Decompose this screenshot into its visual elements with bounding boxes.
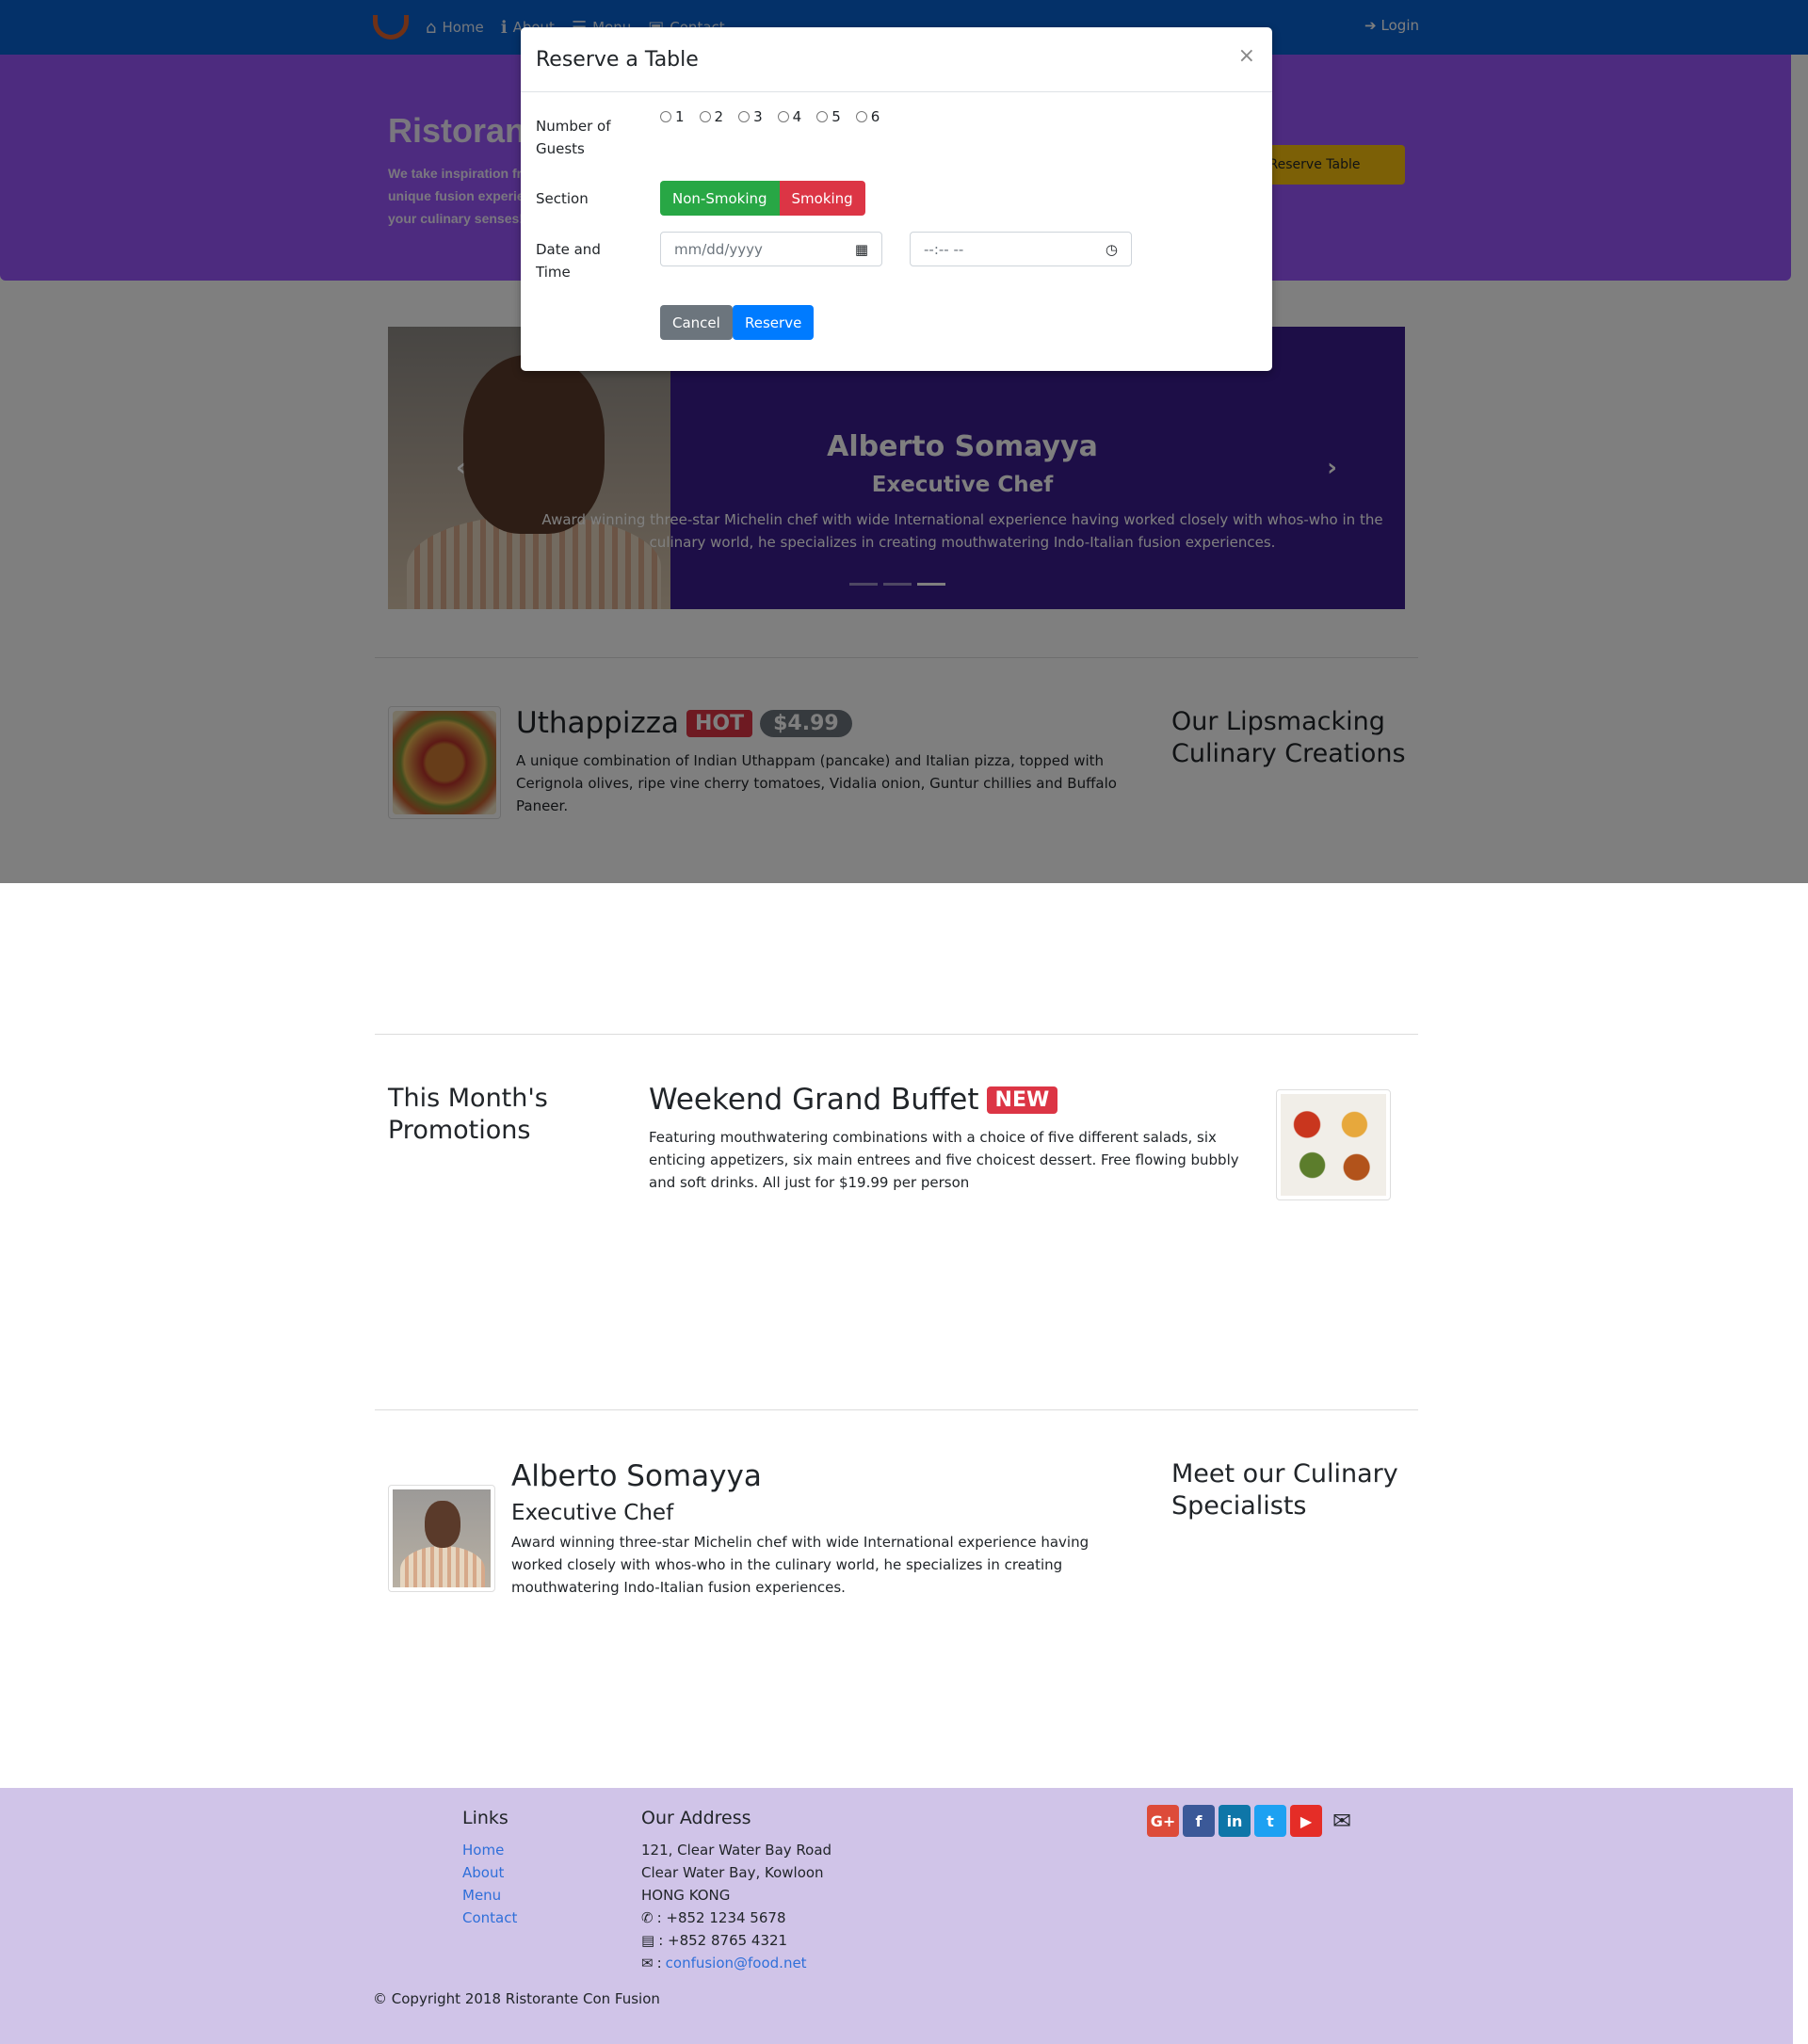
footer-link-contact[interactable]: Contact [462, 1907, 517, 1929]
buffet-image [1281, 1094, 1386, 1196]
leader-name: Alberto Somayya [511, 1459, 762, 1493]
promotion-heading: Weekend Grand Buffet NEW [649, 1083, 1267, 1117]
footer-link-menu[interactable]: Menu [462, 1884, 517, 1907]
promotion-title: Weekend Grand Buffet [649, 1083, 979, 1117]
radio-label: 6 [870, 108, 880, 125]
address-line: Clear Water Bay, Kowloon [641, 1864, 824, 1881]
promotion-side-title: This Month's Promotions [388, 1084, 548, 1145]
social-links: G+ f in t ▶ ✉ [1147, 1805, 1358, 1837]
fax-number: : +852 8765 4321 [658, 1932, 788, 1949]
guest-radio-1[interactable]: 1 [660, 108, 685, 125]
google-plus-icon[interactable]: G+ [1147, 1805, 1179, 1837]
chef-shirt [400, 1546, 485, 1587]
non-smoking-button[interactable]: Non-Smoking [660, 181, 780, 216]
chef-portrait [393, 1489, 491, 1587]
copyright: © Copyright 2018 Ristorante Con Fusion [373, 1990, 660, 2007]
phone-line: ✆: +852 1234 5678 [641, 1907, 831, 1929]
reserve-table-modal: Reserve a Table × Number of Guests 1 2 3… [521, 27, 1272, 371]
new-badge: NEW [986, 1086, 1058, 1114]
divider [375, 1034, 1418, 1035]
fax-line: ▤: +852 8765 4321 [641, 1929, 831, 1952]
radio-label: 1 [675, 108, 685, 125]
guests-radio-group: 1 2 3 4 5 6 [660, 108, 880, 125]
leader-side-title: Meet our Culinary Specialists [1171, 1459, 1398, 1521]
reserve-button[interactable]: Reserve [733, 305, 815, 340]
radio-label: 5 [831, 108, 841, 125]
radio-circle[interactable] [777, 111, 789, 122]
promotion-thumbnail [1276, 1089, 1391, 1200]
datetime-label: Date and Time [536, 241, 601, 281]
guest-radio-2[interactable]: 2 [699, 108, 724, 125]
calendar-icon[interactable]: ▦ [855, 241, 868, 258]
mail-icon[interactable]: ✉ [1326, 1805, 1358, 1837]
guests-label: Number of Guests [536, 118, 611, 157]
phone-icon: ✆ [641, 1909, 654, 1926]
smoking-button[interactable]: Smoking [779, 181, 865, 216]
time-input[interactable]: --:-- -- ◷ [910, 232, 1132, 266]
date-input[interactable]: mm/dd/yyyy ▦ [660, 232, 882, 266]
envelope-icon: ✉ [641, 1955, 654, 1972]
radio-label: 2 [714, 108, 724, 125]
footer: Links Home About Menu Contact Our Addres… [0, 1788, 1793, 2044]
footer-link-about[interactable]: About [462, 1861, 517, 1884]
date-placeholder: mm/dd/yyyy [674, 240, 763, 258]
section-label: Section [536, 190, 589, 207]
promotion-media: Weekend Grand Buffet NEW Featuring mouth… [649, 1083, 1267, 1194]
email-line: ✉: confusion@food.net [641, 1952, 831, 1974]
phone-number: : +852 1234 5678 [656, 1909, 786, 1926]
guest-radio-6[interactable]: 6 [855, 108, 880, 125]
twitter-icon[interactable]: t [1254, 1805, 1286, 1837]
leader-description: Award winning three-star Michelin chef w… [511, 1534, 1090, 1596]
radio-circle[interactable] [855, 111, 867, 122]
footer-address: Our Address 121, Clear Water Bay Road Cl… [641, 1807, 831, 1974]
divider [375, 1409, 1418, 1410]
radio-circle[interactable] [738, 111, 751, 122]
radio-circle[interactable] [699, 111, 711, 122]
time-placeholder: --:-- -- [924, 240, 964, 258]
radio-circle[interactable] [816, 111, 829, 122]
guest-radio-4[interactable]: 4 [777, 108, 802, 125]
leader-role: Executive Chef [511, 1501, 674, 1525]
guest-radio-3[interactable]: 3 [738, 108, 763, 125]
leader-thumbnail [388, 1485, 495, 1592]
promotion-description: Featuring mouthwatering combinations wit… [649, 1129, 1239, 1191]
guest-radio-5[interactable]: 5 [816, 108, 841, 125]
links-title: Links [462, 1808, 508, 1828]
clock-icon[interactable]: ◷ [1106, 241, 1118, 258]
email-link[interactable]: confusion@food.net [666, 1952, 807, 1974]
linkedin-icon[interactable]: in [1219, 1805, 1251, 1837]
footer-links: Links Home About Menu Contact [462, 1807, 517, 1929]
close-icon[interactable]: × [1238, 44, 1255, 68]
section-toggle: Non-Smoking Smoking [660, 181, 865, 216]
cancel-button[interactable]: Cancel [660, 305, 733, 340]
leader-media: Alberto Somayya Executive Chef Award win… [511, 1459, 1123, 1599]
address-title: Our Address [641, 1808, 751, 1828]
radio-label: 3 [753, 108, 763, 125]
youtube-icon[interactable]: ▶ [1290, 1805, 1322, 1837]
modal-header: Reserve a Table × [521, 27, 1272, 92]
radio-label: 4 [792, 108, 802, 125]
footer-link-home[interactable]: Home [462, 1839, 517, 1861]
fax-icon: ▤ [641, 1932, 655, 1949]
modal-title: Reserve a Table [536, 47, 699, 72]
address-line: HONG KONG [641, 1887, 731, 1904]
facebook-icon[interactable]: f [1183, 1805, 1215, 1837]
chef-face [425, 1501, 460, 1548]
address-line: 121, Clear Water Bay Road [641, 1842, 832, 1859]
radio-circle[interactable] [660, 111, 671, 122]
